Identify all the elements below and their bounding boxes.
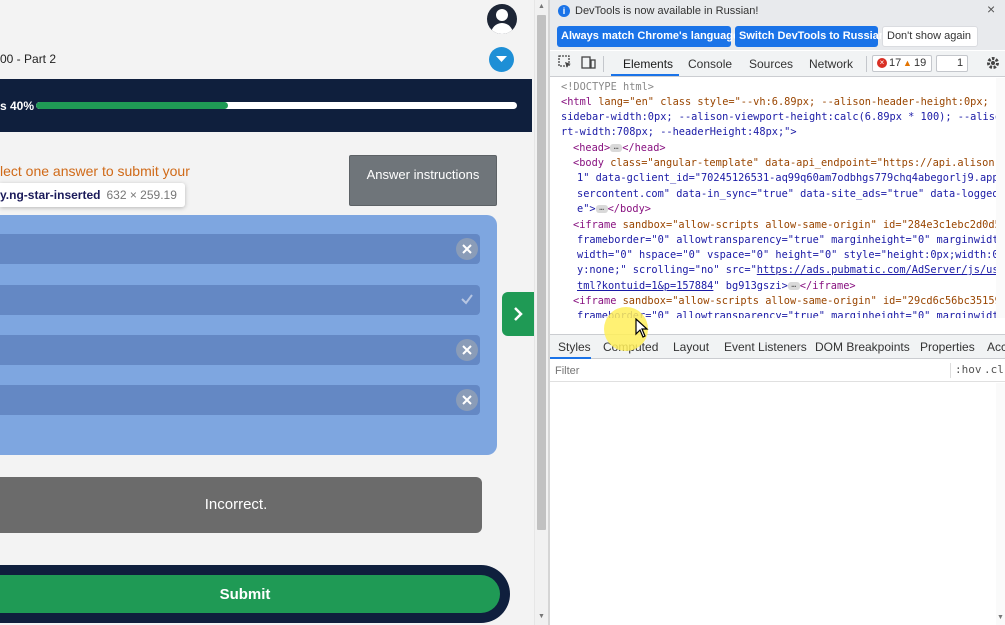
iframe-node[interactable]: <iframe sandbox="allow-scripts allow-sam…: [573, 218, 1005, 233]
progress-label: s 40%: [0, 99, 35, 113]
html-node[interactable]: <html lang="en" class style="--vh:6.89px…: [561, 95, 1005, 110]
tab-sources[interactable]: Sources: [749, 57, 793, 71]
html-node-cont: rt-width:708px; --headerHeight:48px;">: [561, 126, 797, 138]
language-infobar: i DevTools is now available in Russian! …: [550, 0, 1005, 50]
close-icon[interactable]: ×: [987, 1, 995, 17]
tab-elements[interactable]: Elements: [623, 57, 673, 71]
elements-tree[interactable]: <!DOCTYPE html> <html lang="en" class st…: [550, 78, 1005, 318]
iframe-node[interactable]: <iframe sandbox="allow-scripts allow-sam…: [573, 294, 1005, 309]
styles-filter-row: :hov .cl: [550, 360, 1005, 382]
tooltip-size: 632 × 259.19: [106, 188, 177, 202]
body-node-cont: 1" data-gclient_id="70245126531-aq99q60a…: [577, 172, 1005, 184]
issues-counter[interactable]: × 17 ▲ 19: [872, 55, 932, 72]
body-node-cont: e">… </body>: [577, 203, 652, 215]
next-button[interactable]: [502, 292, 534, 336]
tab-network[interactable]: Network: [809, 57, 853, 71]
answer-option[interactable]: [0, 335, 480, 365]
user-avatar[interactable]: [487, 4, 517, 34]
chevron-down-icon[interactable]: [489, 47, 514, 72]
message-count: 1: [957, 57, 964, 69]
iframe-node-cont: width="0" hspace="0" vspace="0" height="…: [577, 249, 1005, 261]
html-node-cont: sidebar-width:0px; --alison-viewport-hei…: [561, 111, 1005, 123]
error-icon: ×: [877, 58, 887, 68]
infobar-message: DevTools is now available in Russian!: [575, 5, 759, 17]
doctype-node: <!DOCTYPE html>: [561, 81, 654, 93]
answer-option[interactable]: [0, 385, 480, 415]
device-toggle-icon[interactable]: [581, 55, 596, 70]
iframe-node-cont: y:none;" scrolling="no" src="https://ads…: [577, 263, 1005, 278]
body-node-cont: sercontent.com" data-in_sync="true" data…: [577, 188, 1005, 200]
tab-accessibility[interactable]: Acc: [987, 340, 1005, 354]
message-counter[interactable]: 1: [936, 55, 968, 72]
page-scrollbar[interactable]: ▲ ▼: [534, 0, 548, 625]
check-icon: [461, 294, 473, 305]
elements-scrollbar[interactable]: [996, 78, 1005, 318]
course-title: 00 - Part 2: [0, 52, 57, 66]
answer-instructions-button[interactable]: Answer instructions: [349, 155, 497, 206]
body-node[interactable]: <body class="angular-template" data-api_…: [573, 156, 1005, 171]
scroll-down-icon[interactable]: ▼: [997, 614, 1004, 621]
cls-toggle[interactable]: .cl: [984, 363, 1005, 378]
devtools-toolbar: Elements Console Sources Network × 17 ▲ …: [550, 51, 1005, 77]
gear-icon[interactable]: [985, 55, 1001, 71]
switch-russian-button[interactable]: Switch DevTools to Russian: [735, 26, 886, 47]
iframe-node-cont: tml?kontuid=1&p=157884" bg913gszi>… </ifr…: [577, 280, 856, 292]
scroll-down-icon[interactable]: ▼: [538, 613, 545, 620]
result-message: Incorrect.: [0, 477, 482, 533]
remove-icon[interactable]: [456, 238, 478, 260]
tab-styles[interactable]: Styles: [558, 340, 591, 354]
tab-event-listeners[interactable]: Event Listeners: [724, 340, 807, 354]
warning-count: 19: [914, 57, 927, 69]
remove-icon[interactable]: [456, 389, 478, 411]
scroll-up-icon[interactable]: ▲: [538, 3, 545, 10]
hov-toggle[interactable]: :hov: [950, 363, 982, 378]
scrollbar-thumb[interactable]: [537, 15, 546, 530]
chevron-right-icon: [514, 307, 523, 321]
inspect-icon[interactable]: [558, 55, 573, 70]
dont-show-button[interactable]: Don't show again: [882, 26, 978, 47]
tab-console[interactable]: Console: [688, 57, 732, 71]
iframe-src-link[interactable]: https://ads.pubmatic.com/AdServer/js/use…: [757, 264, 1005, 276]
submit-bar: Submit: [0, 565, 510, 623]
progress-header: s 40%: [0, 79, 532, 132]
mouse-cursor-icon: [635, 318, 649, 338]
answer-option[interactable]: [0, 285, 480, 315]
tooltip-selector: y.ng-star-inserted: [0, 188, 101, 202]
error-count: 17: [889, 57, 902, 69]
course-page: 00 - Part 2 s 40% lect one answer to sub…: [0, 0, 534, 625]
head-node[interactable]: <head>… </head>: [573, 141, 666, 156]
progress-fill: [36, 102, 229, 109]
remove-icon[interactable]: [456, 339, 478, 361]
submit-button[interactable]: Submit: [0, 575, 500, 613]
tab-dom-breakpoints[interactable]: DOM Breakpoints: [815, 340, 910, 354]
tab-layout[interactable]: Layout: [673, 340, 709, 354]
warning-icon: ▲: [903, 58, 912, 68]
answers-panel: [0, 215, 497, 455]
match-language-button[interactable]: Always match Chrome's language: [557, 26, 739, 47]
styles-filter-input[interactable]: [555, 364, 935, 378]
question-instruction: lect one answer to submit your: [0, 163, 190, 179]
inspect-tooltip: y.ng-star-inserted 632 × 259.19: [0, 183, 185, 207]
info-icon: i: [558, 5, 570, 17]
progress-track: [36, 102, 517, 109]
iframe-src-link[interactable]: tml?kontuid=1&p=157884: [577, 280, 713, 292]
iframe-node-cont: frameborder="0" allowtransparency="true"…: [577, 234, 1005, 246]
tab-properties[interactable]: Properties: [920, 340, 975, 354]
styles-scrollbar[interactable]: ▼: [996, 383, 1005, 625]
answer-option[interactable]: [0, 234, 480, 264]
